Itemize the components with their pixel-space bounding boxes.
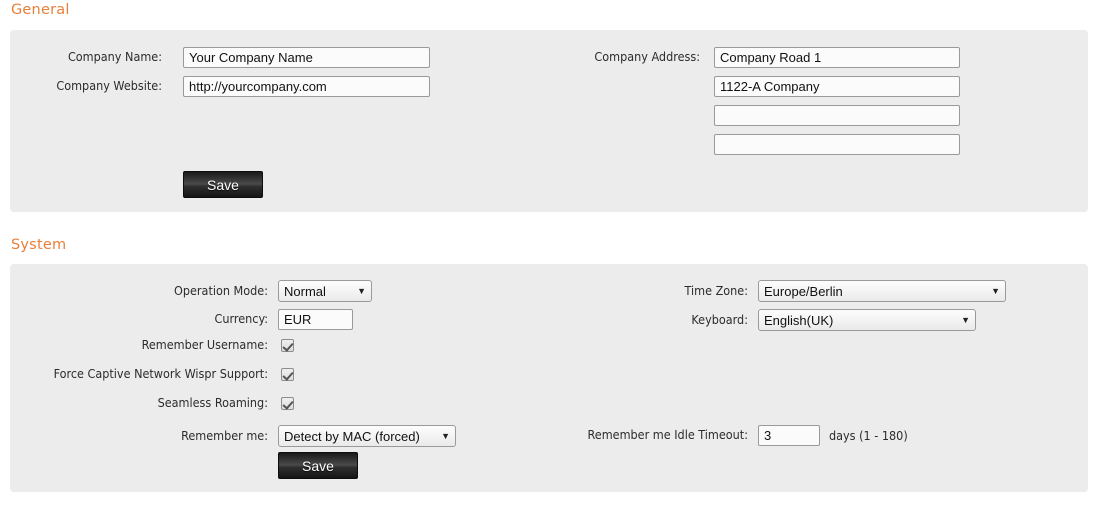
system-section-title: System xyxy=(11,237,67,253)
remember-username-checkbox[interactable] xyxy=(281,339,294,352)
chevron-down-icon: ▼ xyxy=(357,285,366,296)
company-website-label: Company Website: xyxy=(56,78,162,94)
keyboard-row: Keyboard: English(UK) ▼ xyxy=(558,309,976,331)
company-address-input-3[interactable] xyxy=(714,105,960,126)
time-zone-label: Time Zone: xyxy=(684,282,748,298)
idle-timeout-suffix: days (1 - 180) xyxy=(829,428,908,443)
currency-input[interactable] xyxy=(278,309,353,330)
time-zone-row: Time Zone: Europe/Berlin ▼ xyxy=(558,280,1006,302)
keyboard-value: English(UK) xyxy=(764,312,834,328)
company-address-input-4[interactable] xyxy=(714,134,960,155)
force-captive-label: Force Captive Network Wispr Support: xyxy=(53,366,268,382)
operation-mode-label: Operation Mode: xyxy=(174,282,268,298)
settings-page: General Company Name: Company Website: S… xyxy=(0,0,1099,505)
operation-mode-select[interactable]: Normal ▼ xyxy=(278,280,372,302)
seamless-roaming-checkbox[interactable] xyxy=(281,397,294,410)
general-save-row: Save xyxy=(183,171,263,198)
company-name-input[interactable] xyxy=(183,47,430,68)
force-captive-checkbox[interactable] xyxy=(281,368,294,381)
remember-me-value: Detect by MAC (forced) xyxy=(284,428,420,444)
company-address-row-4 xyxy=(540,134,960,155)
company-address-input-1[interactable] xyxy=(714,47,960,68)
keyboard-label: Keyboard: xyxy=(691,311,748,327)
idle-timeout-label: Remember me Idle Timeout: xyxy=(587,427,748,443)
currency-row: Currency: xyxy=(10,309,353,330)
company-name-label: Company Name: xyxy=(67,49,162,65)
system-save-row: Save xyxy=(278,452,358,479)
time-zone-select[interactable]: Europe/Berlin ▼ xyxy=(758,280,1006,302)
seamless-roaming-row: Seamless Roaming: xyxy=(10,397,294,410)
remember-me-label: Remember me: xyxy=(181,427,268,443)
remember-me-row: Remember me: Detect by MAC (forced) ▼ xyxy=(10,425,456,447)
company-name-row: Company Name: xyxy=(10,47,440,68)
company-website-row: Company Website: xyxy=(10,76,440,97)
operation-mode-value: Normal xyxy=(284,283,326,299)
idle-timeout-row: Remember me Idle Timeout: days (1 - 180) xyxy=(430,425,908,446)
seamless-roaming-label: Seamless Roaming: xyxy=(157,395,268,411)
company-address-row-1: Company Address: xyxy=(540,47,960,68)
remember-username-label: Remember Username: xyxy=(141,337,268,353)
company-website-input[interactable] xyxy=(183,76,430,97)
chevron-down-icon: ▼ xyxy=(961,314,970,325)
remember-username-row: Remember Username: xyxy=(10,339,294,352)
currency-label: Currency: xyxy=(214,311,269,327)
chevron-down-icon: ▼ xyxy=(991,285,1000,296)
operation-mode-row: Operation Mode: Normal ▼ xyxy=(10,280,372,302)
keyboard-select[interactable]: English(UK) ▼ xyxy=(758,309,976,331)
company-address-row-2 xyxy=(540,76,960,97)
time-zone-value: Europe/Berlin xyxy=(764,283,843,299)
general-section-title: General xyxy=(11,2,70,18)
system-panel: Operation Mode: Normal ▼ Currency: Remem… xyxy=(10,264,1088,492)
force-captive-row: Force Captive Network Wispr Support: xyxy=(10,368,294,381)
system-save-button[interactable]: Save xyxy=(278,452,358,479)
company-address-row-3 xyxy=(540,105,960,126)
idle-timeout-input[interactable] xyxy=(758,425,820,446)
company-address-input-2[interactable] xyxy=(714,76,960,97)
general-panel: Company Name: Company Website: Save Comp… xyxy=(10,30,1088,212)
company-address-label: Company Address: xyxy=(594,49,700,65)
general-save-button[interactable]: Save xyxy=(183,171,263,198)
